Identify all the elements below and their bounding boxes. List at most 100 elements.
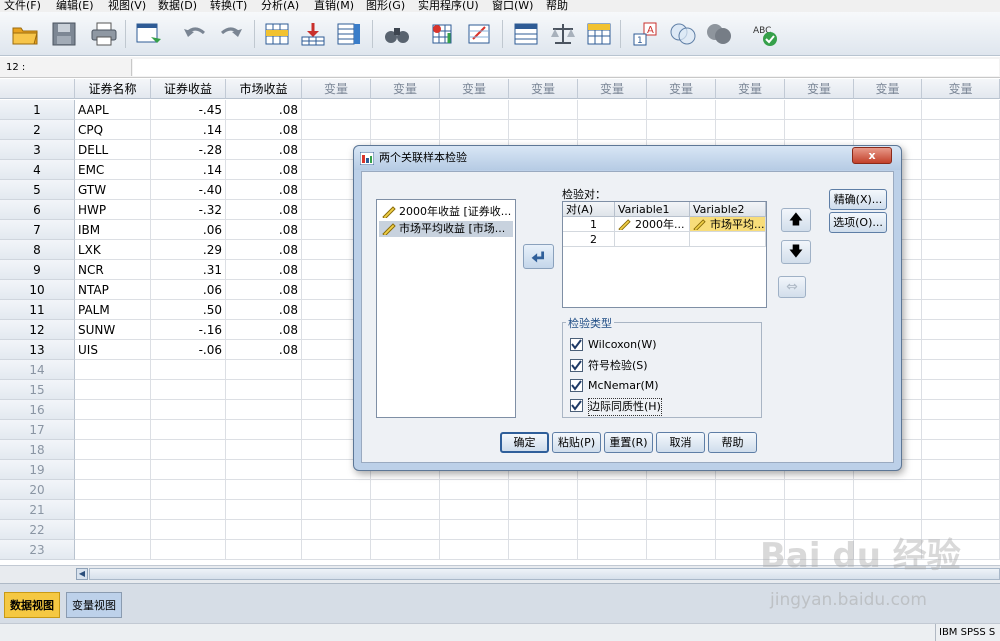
ok-button[interactable]: 确定 — [500, 432, 549, 453]
table-cell[interactable] — [716, 540, 785, 560]
table-cell[interactable]: UIS — [75, 340, 151, 360]
table-cell[interactable] — [440, 500, 509, 520]
undo-icon[interactable] — [180, 20, 210, 48]
table-cell[interactable] — [854, 120, 922, 140]
move-down-button[interactable]: 🡇 — [781, 240, 811, 264]
menu-view[interactable]: 视图(V) — [108, 0, 146, 12]
table-cell[interactable] — [922, 380, 1000, 400]
table-cell[interactable] — [75, 460, 151, 480]
table-cell[interactable] — [75, 480, 151, 500]
row-number[interactable]: 20 — [0, 480, 75, 500]
menu-direct-marketing[interactable]: 直销(M) — [314, 0, 354, 12]
table-cell[interactable] — [922, 460, 1000, 480]
table-cell[interactable] — [922, 120, 1000, 140]
table-cell[interactable] — [922, 220, 1000, 240]
table-cell[interactable] — [854, 500, 922, 520]
empty-variable-header[interactable]: 变量 — [371, 79, 440, 99]
table-cell[interactable] — [226, 460, 302, 480]
table-cell[interactable]: EMC — [75, 160, 151, 180]
table-cell[interactable] — [371, 480, 440, 500]
table-cell[interactable] — [440, 520, 509, 540]
row-number[interactable]: 14 — [0, 360, 75, 380]
table-cell[interactable] — [151, 420, 226, 440]
table-cell[interactable] — [785, 520, 854, 540]
table-cell[interactable] — [647, 100, 716, 120]
table-cell[interactable]: .08 — [226, 280, 302, 300]
empty-variable-header[interactable]: 变量 — [578, 79, 647, 99]
table-cell[interactable] — [509, 120, 578, 140]
table-cell[interactable] — [226, 500, 302, 520]
table-cell[interactable]: .14 — [151, 120, 226, 140]
table-cell[interactable] — [922, 340, 1000, 360]
table-cell[interactable] — [440, 100, 509, 120]
variables-icon[interactable] — [334, 20, 364, 48]
table-cell[interactable] — [75, 420, 151, 440]
table-cell[interactable] — [854, 520, 922, 540]
scroll-thumb[interactable] — [89, 568, 1000, 580]
table-cell[interactable] — [151, 520, 226, 540]
empty-variable-header[interactable]: 变量 — [509, 79, 578, 99]
table-cell[interactable]: NTAP — [75, 280, 151, 300]
table-cell[interactable]: NCR — [75, 260, 151, 280]
table-cell[interactable]: .08 — [226, 180, 302, 200]
row-number[interactable]: 6 — [0, 200, 75, 220]
table-cell[interactable] — [226, 360, 302, 380]
table-cell[interactable]: AAPL — [75, 100, 151, 120]
table-cell[interactable] — [226, 440, 302, 460]
table-cell[interactable] — [716, 100, 785, 120]
menu-help[interactable]: 帮助 — [546, 0, 568, 12]
table-cell[interactable]: .14 — [151, 160, 226, 180]
table-cell[interactable] — [151, 540, 226, 560]
table-cell[interactable] — [578, 120, 647, 140]
table-cell[interactable]: .08 — [226, 240, 302, 260]
row-number[interactable]: 12 — [0, 320, 75, 340]
table-cell[interactable] — [371, 520, 440, 540]
row-number[interactable]: 7 — [0, 220, 75, 240]
table-cell[interactable]: -.45 — [151, 100, 226, 120]
scroll-left-icon[interactable]: ◀ — [76, 568, 88, 580]
row-number[interactable]: 19 — [0, 460, 75, 480]
tab-variable-view[interactable]: 变量视图 — [66, 592, 122, 618]
goto-variable-icon[interactable] — [298, 20, 328, 48]
table-cell[interactable]: .31 — [151, 260, 226, 280]
options-button[interactable]: 选项(O)... — [829, 212, 887, 233]
table-cell[interactable]: .08 — [226, 320, 302, 340]
paste-button[interactable]: 粘贴(P) — [552, 432, 601, 453]
empty-variable-header[interactable]: 变量 — [302, 79, 371, 99]
table-cell[interactable] — [716, 500, 785, 520]
table-cell[interactable] — [371, 500, 440, 520]
table-cell[interactable] — [371, 120, 440, 140]
empty-variable-header[interactable]: 变量 — [716, 79, 785, 99]
table-cell[interactable] — [922, 540, 1000, 560]
save-icon[interactable] — [49, 20, 79, 48]
list-item[interactable]: 2000年收益 [证券收... — [379, 204, 513, 220]
table-cell[interactable]: IBM — [75, 220, 151, 240]
goto-case-icon[interactable] — [262, 20, 292, 48]
open-folder-icon[interactable] — [10, 20, 40, 48]
column-header[interactable]: 市场收益 — [226, 79, 302, 99]
row-number[interactable]: 10 — [0, 280, 75, 300]
table-cell[interactable] — [226, 380, 302, 400]
table-cell[interactable] — [854, 100, 922, 120]
grid-corner[interactable] — [0, 79, 75, 99]
close-button[interactable]: x — [852, 147, 892, 164]
column-header[interactable]: 证券名称 — [75, 79, 151, 99]
row-number[interactable]: 18 — [0, 440, 75, 460]
row-number[interactable]: 22 — [0, 520, 75, 540]
show-all-variables-icon[interactable] — [704, 20, 734, 48]
table-cell[interactable] — [785, 500, 854, 520]
split-file-icon[interactable] — [511, 20, 541, 48]
table-cell[interactable]: .08 — [226, 100, 302, 120]
table-cell[interactable]: PALM — [75, 300, 151, 320]
cell-value-editor[interactable] — [133, 59, 999, 76]
value-labels-icon[interactable]: A1 — [630, 20, 660, 48]
table-cell[interactable] — [922, 100, 1000, 120]
empty-variable-header[interactable]: 变量 — [854, 79, 922, 99]
table-cell[interactable] — [151, 400, 226, 420]
pair-variable2-cell[interactable] — [690, 232, 766, 247]
table-cell[interactable]: .06 — [151, 280, 226, 300]
row-number[interactable]: 15 — [0, 380, 75, 400]
table-cell[interactable]: .08 — [226, 220, 302, 240]
table-cell[interactable] — [509, 540, 578, 560]
move-variable-button[interactable] — [523, 244, 554, 269]
